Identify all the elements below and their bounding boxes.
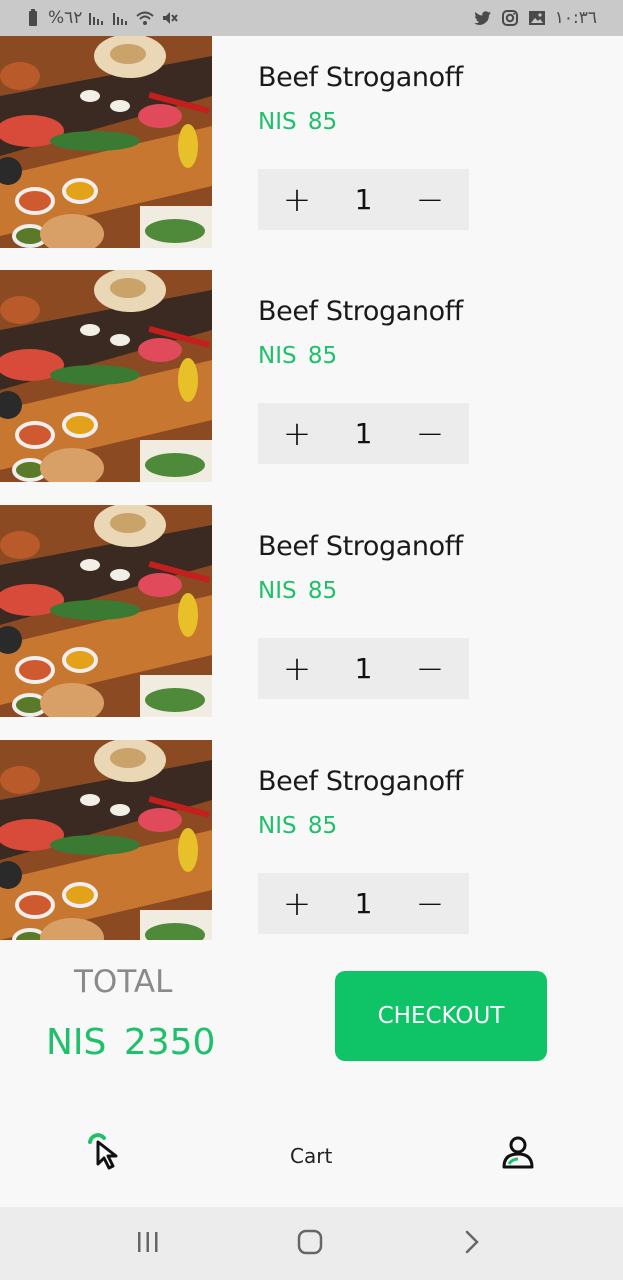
quantity-stepper: + 1 − xyxy=(258,638,469,699)
twitter-icon xyxy=(473,11,491,25)
item-name: Beef Stroganoff xyxy=(258,531,463,562)
total-label: TOTAL xyxy=(74,964,173,1000)
wifi-icon xyxy=(136,11,155,25)
food-image xyxy=(0,270,212,482)
food-image xyxy=(0,36,212,248)
battery-icon xyxy=(29,9,37,26)
item-price: NIS 85 xyxy=(258,109,338,135)
quantity-value: 1 xyxy=(354,183,373,216)
tab-cart[interactable]: Cart xyxy=(290,1144,332,1168)
increment-button[interactable]: + xyxy=(277,183,318,217)
total-amount: NIS 2350 xyxy=(46,1022,216,1063)
item-price: NIS 85 xyxy=(258,343,338,369)
increment-button[interactable]: + xyxy=(277,417,318,451)
gallery-icon xyxy=(528,11,545,25)
mute-icon xyxy=(163,12,179,24)
quantity-stepper: + 1 − xyxy=(258,403,469,464)
instagram-icon xyxy=(501,10,518,26)
cart-item: Beef Stroganoff NIS 85 + 1 − xyxy=(0,270,623,482)
quantity-value: 1 xyxy=(354,652,373,685)
profile-icon[interactable] xyxy=(500,1134,536,1170)
cart-item: Beef Stroganoff NIS 85 + 1 − xyxy=(0,740,623,940)
battery-level: %٦٢ xyxy=(48,8,83,28)
decrement-button[interactable]: − xyxy=(410,887,451,921)
item-name: Beef Stroganoff xyxy=(258,766,463,797)
clock: ١٠:٣٦ xyxy=(554,8,597,28)
signal-icon xyxy=(113,13,128,25)
status-bar: %٦٢ ١٠:٣٦ xyxy=(0,0,623,36)
quantity-value: 1 xyxy=(354,417,373,450)
checkout-button[interactable]: CHECKOUT xyxy=(335,971,547,1061)
quantity-stepper: + 1 − xyxy=(258,169,469,230)
decrement-button[interactable]: − xyxy=(410,183,451,217)
item-name: Beef Stroganoff xyxy=(258,296,463,327)
cart-item: Beef Stroganoff NIS 85 + 1 − xyxy=(0,36,623,248)
system-nav-bar xyxy=(0,1207,623,1280)
increment-button[interactable]: + xyxy=(277,887,318,921)
decrement-button[interactable]: − xyxy=(410,417,451,451)
cart-item: Beef Stroganoff NIS 85 + 1 − xyxy=(0,505,623,717)
quantity-value: 1 xyxy=(354,887,373,920)
item-name: Beef Stroganoff xyxy=(258,62,463,93)
food-image xyxy=(0,505,212,717)
cursor-click-icon[interactable] xyxy=(86,1130,122,1170)
home-icon[interactable] xyxy=(297,1229,323,1255)
decrement-button[interactable]: − xyxy=(410,652,451,686)
item-price: NIS 85 xyxy=(258,578,338,604)
quantity-stepper: + 1 − xyxy=(258,873,469,934)
increment-button[interactable]: + xyxy=(277,652,318,686)
signal-icon xyxy=(89,13,104,25)
recents-icon[interactable] xyxy=(136,1229,160,1255)
back-icon[interactable] xyxy=(462,1229,482,1255)
food-image xyxy=(0,740,212,940)
item-price: NIS 85 xyxy=(258,813,338,839)
